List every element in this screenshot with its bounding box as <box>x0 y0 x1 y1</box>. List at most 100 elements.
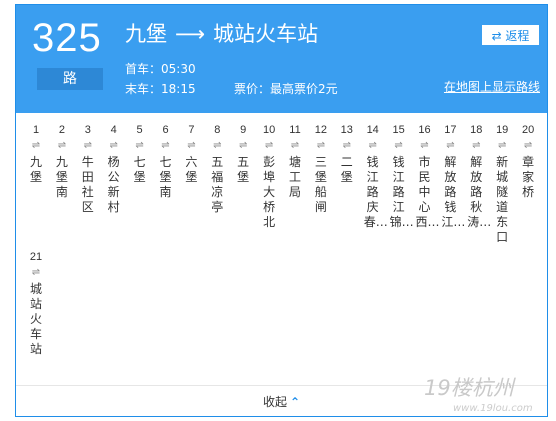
stop-item[interactable]: 3 ⇌ 牛田社区 <box>79 123 97 215</box>
destination-stop: 城站火车站 <box>213 22 319 46</box>
stop-item[interactable]: 18 ⇌ 解放路秋涛… <box>467 123 491 230</box>
bidirectional-arrow-icon: ⇌ <box>472 140 481 151</box>
stop-name: 城站火车站 <box>29 282 42 356</box>
stop-number: 8 <box>214 124 221 136</box>
stop-number: 1 <box>32 124 40 136</box>
stop-name: 七堡 <box>133 155 146 184</box>
stop-item[interactable]: 5 ⇌ 七堡 <box>131 123 149 185</box>
bidirectional-arrow-icon: ⇌ <box>238 140 248 151</box>
bidirectional-arrow-icon: ⇌ <box>290 140 300 151</box>
stop-name: 九堡 <box>29 155 42 184</box>
stop-name: 市民中心西… <box>415 155 440 229</box>
stop-item[interactable]: 17 ⇌ 解放路钱江… <box>441 123 466 230</box>
stop-number: 9 <box>240 124 247 136</box>
stop-number: 3 <box>84 124 91 136</box>
route-number: 325 <box>32 16 102 60</box>
watermark-logo: 19楼杭州 <box>424 376 514 400</box>
stop-item[interactable]: 15 ⇌ 钱江路江锦… <box>389 123 414 230</box>
stop-name: 三堡船闸 <box>314 155 327 214</box>
stop-item[interactable]: 6 ⇌ 七堡南 <box>157 123 175 200</box>
stop-name: 章家桥 <box>522 155 535 199</box>
bidirectional-arrow-icon: ⇌ <box>368 140 377 151</box>
first-bus-time: 首车：05:30 <box>125 62 196 76</box>
bidirectional-arrow-icon: ⇌ <box>446 140 455 151</box>
stop-number: 2 <box>58 124 65 136</box>
watermark-url: www.19lou.com <box>453 403 533 414</box>
stop-name: 解放路钱江… <box>441 155 466 229</box>
stop-number: 18 <box>470 124 483 136</box>
bidirectional-arrow-icon: ⇌ <box>31 140 41 151</box>
stop-name: 牛田社区 <box>81 155 94 214</box>
stop-number: 15 <box>392 124 405 136</box>
stop-name: 二堡 <box>340 155 353 184</box>
bidirectional-arrow-icon: ⇌ <box>57 140 67 151</box>
stop-name: 彭埠大桥北 <box>263 155 276 229</box>
stop-number: 17 <box>444 124 457 136</box>
stop-item[interactable]: 4 ⇌ 杨公新村 <box>105 123 123 215</box>
origin-stop: 九堡 <box>125 22 167 46</box>
bidirectional-arrow-icon: ⇌ <box>523 140 533 151</box>
stop-number: 11 <box>289 124 301 136</box>
bidirectional-arrow-icon: ⇌ <box>264 140 274 151</box>
show-route-on-map-link[interactable]: 在地图上显示路线 <box>444 78 540 95</box>
bidirectional-arrow-icon: ⇌ <box>109 140 118 151</box>
bidirectional-arrow-icon: ⇌ <box>213 140 222 151</box>
bidirectional-arrow-icon: ⇌ <box>420 140 429 151</box>
stop-item[interactable]: 11 ⇌ 塘工局 <box>286 123 304 200</box>
stop-name: 九堡南 <box>55 155 68 199</box>
collapse-button[interactable]: 收起 ⌃ <box>263 393 300 410</box>
stop-number: 20 <box>521 124 535 136</box>
stop-name: 钱江路江锦… <box>389 155 414 229</box>
stop-item[interactable]: 9 ⇌ 五堡 <box>234 123 252 185</box>
stop-item[interactable]: 13 ⇌ 二堡 <box>338 123 356 185</box>
stop-number: 12 <box>314 124 328 136</box>
stop-name: 杨公新村 <box>107 155 120 214</box>
stop-item[interactable]: 2 ⇌ 九堡南 <box>53 123 71 200</box>
route-header: 325 路 九堡 ⟶ 城站火车站 首车：05:30 末车：18:15 票价：最高票价… <box>16 5 547 113</box>
bidirectional-arrow-icon: ⇌ <box>161 140 170 151</box>
stop-item[interactable]: 14 ⇌ 钱江路庆春… <box>363 123 388 230</box>
route-unit-label: 路 <box>37 68 103 90</box>
collapse-label: 收起 <box>263 395 288 409</box>
stop-item[interactable]: 1 ⇌ 九堡 <box>27 123 45 185</box>
stop-list: 1 ⇌ 九堡 2 ⇌ 九堡南 3 ⇌ 牛田社区 4 ⇌ 杨公新村 5 ⇌ 七堡 6 ⇌ 七堡南 7 ⇌ 六堡 8 ⇌ 五福凉亭… <box>16 113 547 385</box>
stop-number: 10 <box>262 124 276 136</box>
stop-number: 4 <box>110 124 117 136</box>
stop-name: 钱江路庆春… <box>363 155 388 229</box>
fare-info: 票价：最高票价2元 <box>234 82 338 96</box>
stop-item[interactable]: 10 ⇌ 彭埠大桥北 <box>260 123 278 230</box>
bidirectional-arrow-icon: ⇌ <box>135 140 144 151</box>
stop-number: 21 <box>29 251 43 263</box>
stop-number: 13 <box>340 124 353 136</box>
route-title: 九堡 ⟶ 城站火车站 <box>125 20 318 48</box>
stop-item[interactable]: 8 ⇌ 五福凉亭 <box>208 123 226 215</box>
bidirectional-arrow-icon: ⇌ <box>497 140 507 151</box>
bidirectional-arrow-icon: ⇌ <box>316 140 326 151</box>
stop-number: 16 <box>418 124 431 136</box>
stop-name: 塘工局 <box>288 155 301 199</box>
return-trip-button[interactable]: ⇄ 返程 <box>482 25 539 45</box>
bidirectional-arrow-icon: ⇌ <box>342 140 351 151</box>
bidirectional-arrow-icon: ⇌ <box>83 140 92 151</box>
bidirectional-arrow-icon: ⇌ <box>187 140 196 151</box>
stop-name: 五堡 <box>237 155 250 184</box>
stop-number: 14 <box>366 124 379 136</box>
stop-number: 7 <box>188 124 195 136</box>
stop-item[interactable]: 19 ⇌ 新城隧道东口 <box>493 123 511 245</box>
stop-number: 6 <box>162 124 169 136</box>
stop-number: 19 <box>496 124 509 136</box>
chevron-up-icon: ⌃ <box>290 395 301 409</box>
stop-name: 新城隧道东口 <box>496 155 509 244</box>
stop-name: 五福凉亭 <box>211 155 224 214</box>
route-panel: 325 路 九堡 ⟶ 城站火车站 首车：05:30 末车：18:15 票价：最高票价… <box>15 4 548 417</box>
bidirectional-arrow-icon: ⇌ <box>394 140 403 151</box>
stop-item[interactable]: 16 ⇌ 市民中心西… <box>415 123 440 230</box>
stop-item[interactable]: 12 ⇌ 三堡船闸 <box>312 123 330 215</box>
bidirectional-arrow-icon: ⇌ <box>31 267 41 278</box>
direction-arrow-icon: ⟶ <box>175 22 206 46</box>
stop-name: 六堡 <box>185 155 198 184</box>
stop-item[interactable]: 20 ⇌ 章家桥 <box>519 123 537 200</box>
stop-item[interactable]: 7 ⇌ 六堡 <box>182 123 200 185</box>
stop-number: 5 <box>136 124 143 136</box>
stop-item[interactable]: 21 ⇌ 城站火车站 <box>27 250 45 357</box>
